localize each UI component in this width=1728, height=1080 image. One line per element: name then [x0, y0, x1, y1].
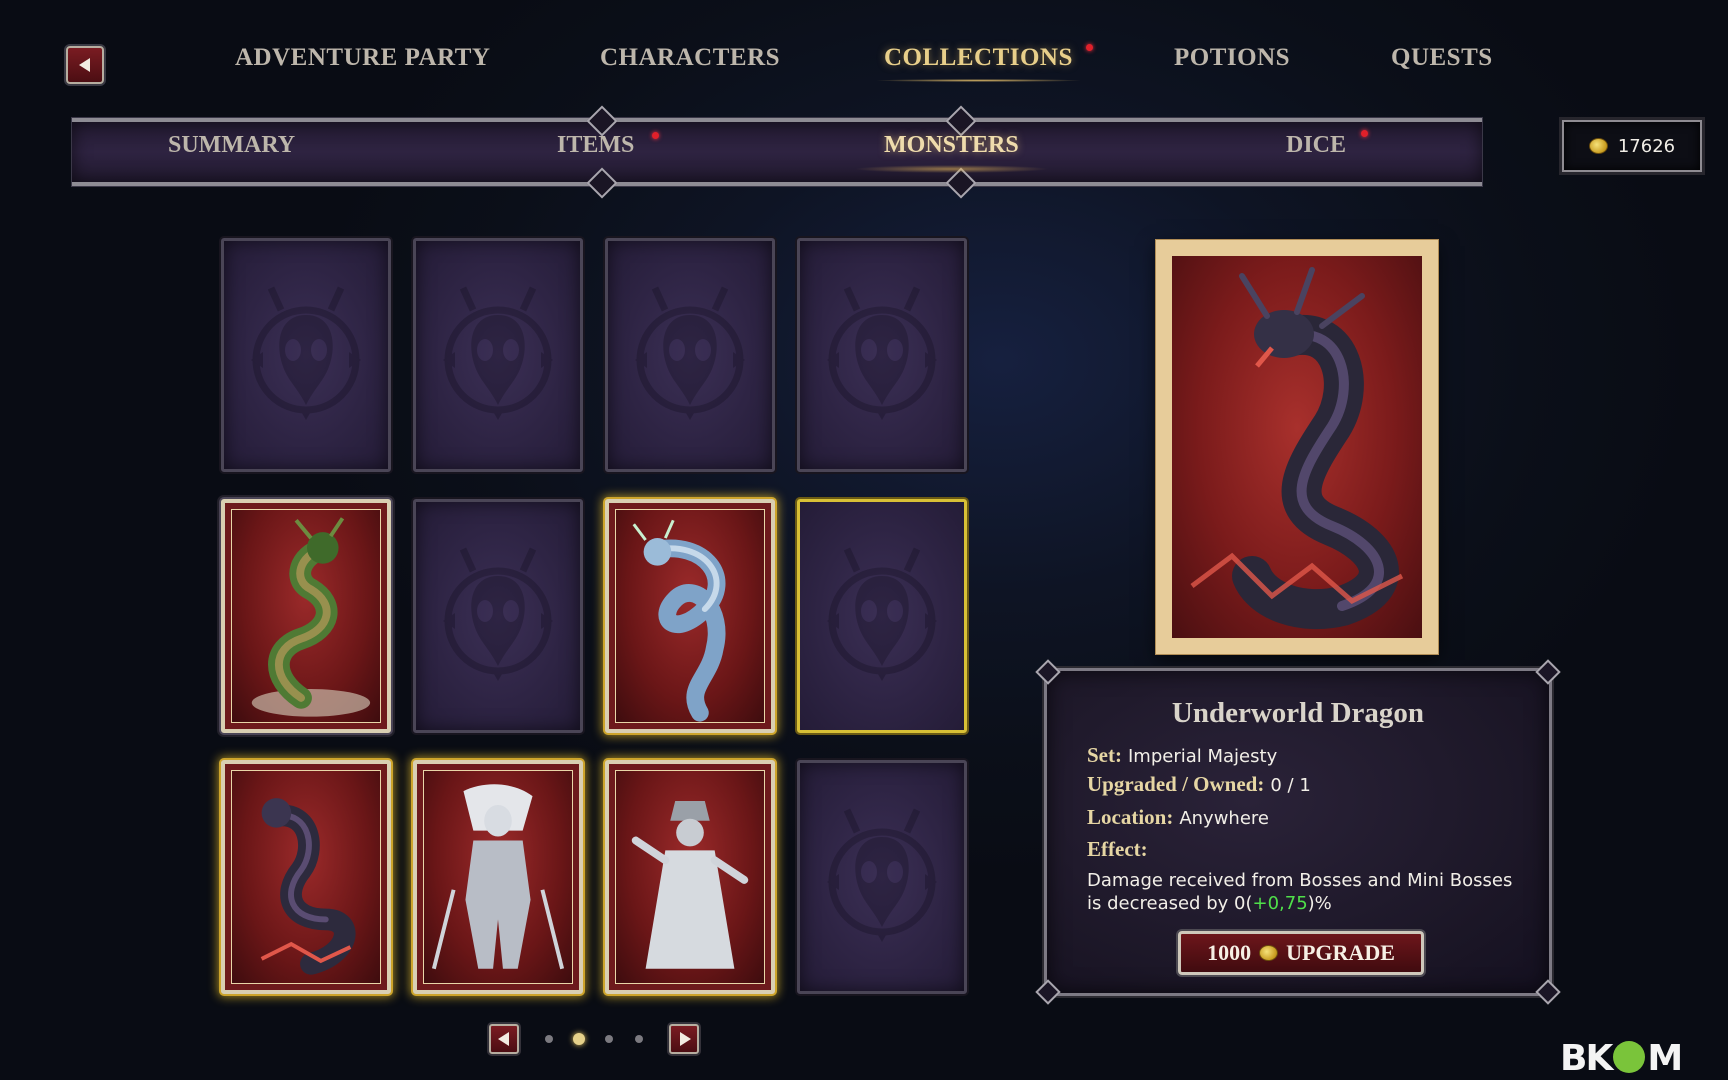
tab-adventure-party[interactable]: ADVENTURE PARTY: [235, 44, 490, 72]
chevron-right-icon: [679, 1032, 691, 1046]
upgraded-row: Upgraded / Owned: 0 / 1: [1087, 772, 1311, 797]
underworld-dragon-preview-art: [1172, 256, 1422, 638]
monster-card-green-dragon[interactable]: [221, 499, 391, 733]
monster-card-ghost-monk[interactable]: [605, 760, 775, 994]
gold-amount: 17626: [1617, 135, 1676, 157]
upgrade-button[interactable]: 1000 UPGRADE: [1178, 931, 1424, 975]
skull-emblem-icon: [817, 802, 947, 952]
monster-card-locked[interactable]: [605, 238, 775, 472]
subtab-dice[interactable]: DICE: [1286, 132, 1346, 159]
monster-card-locked[interactable]: [797, 238, 967, 472]
monster-title: Underworld Dragon: [1171, 697, 1425, 729]
ornament: [586, 167, 618, 199]
monster-card-blue-dragon[interactable]: [605, 499, 775, 733]
ghost-monk-art: [615, 770, 765, 984]
next-page-button[interactable]: [669, 1024, 699, 1054]
monster-card-locked-selected[interactable]: [797, 499, 967, 733]
items-notification-dot: [652, 132, 659, 139]
subtab-summary[interactable]: SUMMARY: [168, 132, 295, 159]
effect-bonus: +0,75: [1252, 893, 1308, 914]
gold-counter: 17626: [1562, 120, 1702, 172]
subtab-monsters[interactable]: MONSTERS: [854, 132, 1049, 173]
underworld-dragon-art: [231, 770, 381, 984]
page-dot-2-active[interactable]: [573, 1033, 585, 1045]
tab-potions[interactable]: POTIONS: [1174, 44, 1290, 72]
skull-emblem-icon: [817, 280, 947, 430]
location-row: Location: Anywhere: [1087, 805, 1269, 830]
monster-card-locked[interactable]: [221, 238, 391, 472]
skull-emblem-icon: [433, 541, 563, 691]
coin-icon: [1259, 945, 1279, 961]
tab-characters[interactable]: CHARACTERS: [600, 44, 780, 72]
location-label: Location:: [1087, 805, 1174, 829]
dice-notification-dot: [1361, 130, 1368, 137]
tab-collections[interactable]: COLLECTIONS: [874, 44, 1083, 82]
coin-icon: [1588, 138, 1608, 154]
logo-text-right: M: [1647, 1038, 1683, 1079]
back-button[interactable]: [66, 46, 104, 84]
subtab-items[interactable]: ITEMS: [557, 132, 634, 159]
page-dot-3[interactable]: [605, 1035, 613, 1043]
monster-card-locked[interactable]: [413, 238, 583, 472]
effect-row: Effect:: [1087, 837, 1148, 862]
publisher-logo: BK M: [1560, 1038, 1683, 1079]
panel-corner: [1535, 659, 1561, 685]
skull-emblem-icon: [625, 280, 755, 430]
upgrade-cost: 1000: [1207, 940, 1252, 965]
panel-corner: [1035, 659, 1061, 685]
effect-text-after: )%: [1307, 893, 1332, 914]
green-dragon-art: [231, 509, 381, 723]
blue-dragon-art: [615, 509, 765, 723]
upgraded-value: 0 / 1: [1270, 775, 1311, 796]
location-value: Anywhere: [1179, 808, 1269, 829]
monster-card-underworld-dragon[interactable]: [221, 760, 391, 994]
monster-info-panel: Underworld Dragon Set: Imperial Majesty U…: [1035, 659, 1561, 1005]
chevron-left-icon: [497, 1032, 509, 1046]
logo-text-left: BK: [1560, 1038, 1613, 1079]
upgraded-label: Upgraded / Owned:: [1087, 772, 1265, 796]
logo-circle-icon: [1613, 1041, 1646, 1073]
back-arrow-icon: [78, 58, 90, 72]
monster-card-banshee-knight[interactable]: [413, 760, 583, 994]
skull-emblem-icon: [241, 280, 371, 430]
panel-corner: [1535, 979, 1561, 1005]
set-label: Set:: [1087, 743, 1122, 767]
page-dot-1[interactable]: [545, 1035, 553, 1043]
page-dot-4[interactable]: [635, 1035, 643, 1043]
upgrade-label: UPGRADE: [1286, 940, 1395, 965]
banshee-knight-art: [423, 770, 573, 984]
effect-description: Damage received from Bosses and Mini Bos…: [1087, 869, 1527, 915]
panel-corner: [1035, 979, 1061, 1005]
monster-card-locked[interactable]: [797, 760, 967, 994]
effect-label: Effect:: [1087, 837, 1148, 861]
skull-emblem-icon: [817, 541, 947, 691]
monster-card-locked[interactable]: [413, 499, 583, 733]
set-value: Imperial Majesty: [1128, 746, 1278, 767]
skull-emblem-icon: [433, 280, 563, 430]
collections-notification-dot: [1086, 44, 1093, 51]
set-row: Set: Imperial Majesty: [1087, 743, 1277, 768]
tab-quests[interactable]: QUESTS: [1391, 44, 1493, 72]
monster-preview-card: [1156, 240, 1438, 654]
previous-page-button[interactable]: [489, 1024, 519, 1054]
